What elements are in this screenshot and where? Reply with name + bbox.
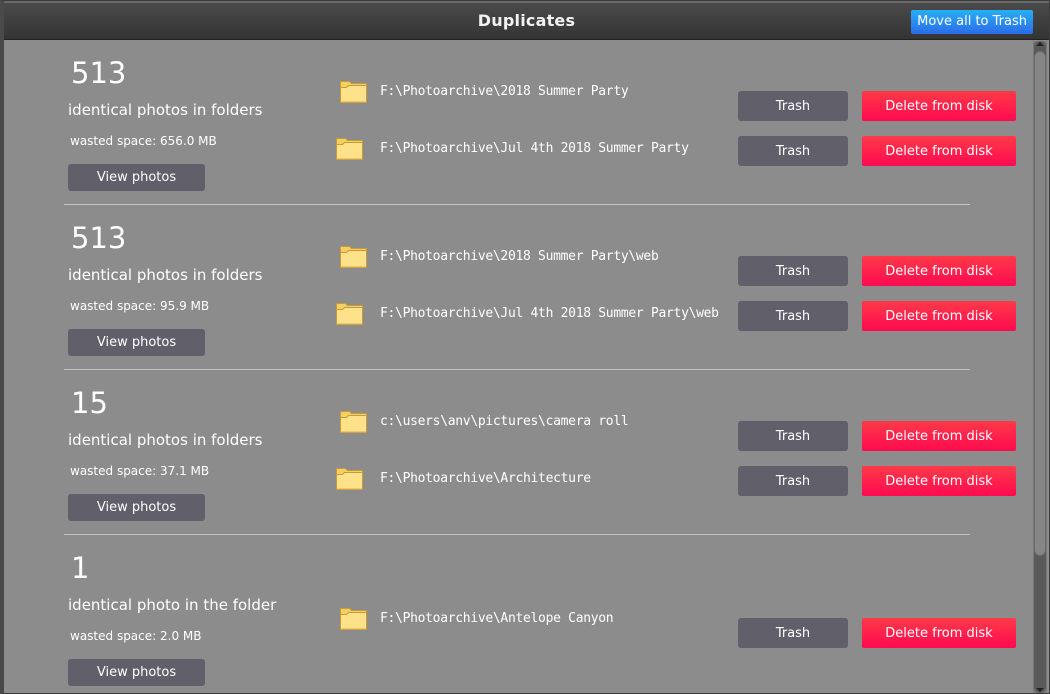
folder-path[interactable]: F:\Photoarchive\Jul 4th 2018 Summer Part… (380, 306, 719, 321)
trash-button[interactable]: Trash (738, 301, 848, 331)
folder-icon (339, 409, 369, 435)
move-all-to-trash-button[interactable]: Move all to Trash (911, 10, 1033, 34)
vertical-scrollbar[interactable] (1033, 41, 1047, 693)
delete-from-disk-button[interactable]: Delete from disk (862, 301, 1016, 331)
delete-from-disk-button[interactable]: Delete from disk (862, 466, 1016, 496)
folder-icon (339, 79, 369, 105)
folder-icon (339, 606, 369, 632)
duplicates-window: Duplicates Move all to Trash 513 identic… (0, 0, 1050, 694)
duplicate-count: 1 (71, 551, 90, 585)
folder-path[interactable]: F:\Photoarchive\Antelope Canyon (380, 611, 614, 626)
folder-path[interactable]: F:\Photoarchive\2018 Summer Party (380, 84, 629, 99)
delete-from-disk-button[interactable]: Delete from disk (862, 136, 1016, 166)
folder-icon (335, 301, 365, 327)
duplicate-group: 513 identical photos in folders wasted s… (64, 205, 1016, 370)
folder-path[interactable]: F:\Photoarchive\Jul 4th 2018 Summer Part… (380, 141, 689, 156)
folder-icon (335, 136, 365, 162)
folder-path[interactable]: F:\Photoarchive\2018 Summer Party\web (380, 249, 659, 264)
view-photos-button[interactable]: View photos (68, 329, 205, 356)
duplicate-group: 15 identical photos in folders wasted sp… (64, 370, 1016, 535)
trash-button[interactable]: Trash (738, 256, 848, 286)
folder-icon (339, 244, 369, 270)
scroll-thumb[interactable] (1034, 51, 1046, 556)
trash-button[interactable]: Trash (738, 618, 848, 648)
trash-button[interactable]: Trash (738, 136, 848, 166)
trash-button[interactable]: Trash (738, 421, 848, 451)
trash-button[interactable]: Trash (738, 91, 848, 121)
folder-icon (335, 466, 365, 492)
scroll-up-arrow-icon[interactable] (1036, 42, 1044, 46)
delete-from-disk-button[interactable]: Delete from disk (862, 421, 1016, 451)
view-photos-button[interactable]: View photos (68, 659, 205, 686)
scroll-down-arrow-icon[interactable] (1036, 688, 1044, 692)
folder-path[interactable]: F:\Photoarchive\Architecture (380, 471, 591, 486)
duplicate-group: 513 identical photos in folders wasted s… (64, 40, 1016, 205)
view-photos-button[interactable]: View photos (68, 494, 205, 521)
title-bar: Duplicates Move all to Trash (4, 1, 1049, 40)
folder-path[interactable]: c:\users\anv\pictures\camera roll (380, 414, 629, 429)
window-title: Duplicates (477, 11, 576, 30)
trash-button[interactable]: Trash (738, 466, 848, 496)
duplicates-list: 513 identical photos in folders wasted s… (4, 40, 1032, 693)
view-photos-button[interactable]: View photos (68, 164, 205, 191)
delete-from-disk-button[interactable]: Delete from disk (862, 256, 1016, 286)
delete-from-disk-button[interactable]: Delete from disk (862, 91, 1016, 121)
duplicate-group: 1 identical photo in the folder wasted s… (64, 535, 1016, 693)
delete-from-disk-button[interactable]: Delete from disk (862, 618, 1016, 648)
